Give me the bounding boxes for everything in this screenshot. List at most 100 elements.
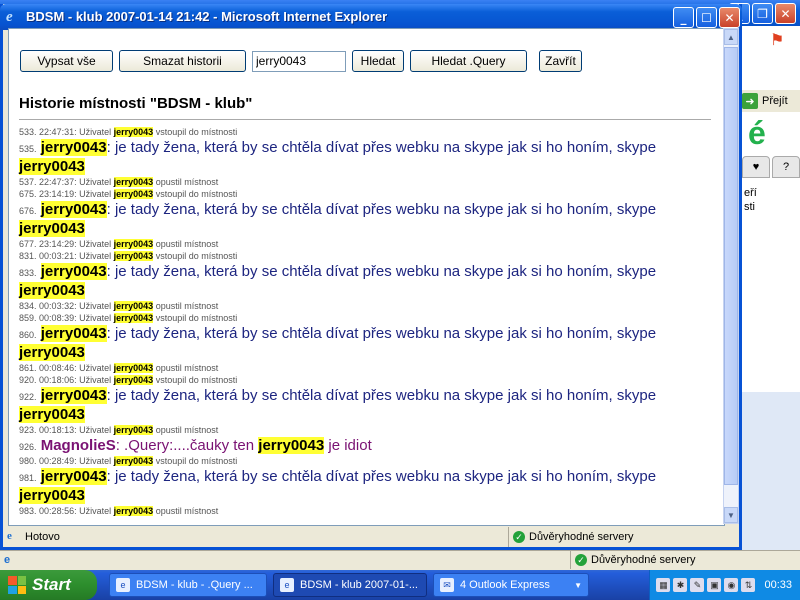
- username: jerry0043: [113, 177, 154, 187]
- start-button[interactable]: Start: [0, 570, 97, 600]
- scroll-down-icon[interactable]: ▼: [724, 507, 738, 523]
- background-side-text-1: eří: [744, 187, 757, 199]
- username: jerry0043: [113, 189, 154, 199]
- log-message: 860. jerry0043: je tady žena, která by s…: [19, 325, 657, 361]
- background-restore-button[interactable]: ❐: [752, 3, 773, 24]
- ie-icon: e: [116, 578, 130, 592]
- list-all-button[interactable]: Vypsat vše: [20, 50, 113, 72]
- background-panel: [742, 392, 800, 552]
- outlook-express-icon: ✉: [440, 578, 454, 592]
- taskbar-item[interactable]: e BDSM - klub - .Query ...: [109, 573, 267, 597]
- username: jerry0043: [113, 506, 154, 516]
- log-entry: 675. 23:14:19: Uživatel jerry0043 vstoup…: [19, 189, 238, 199]
- username: jerry0043: [113, 456, 154, 466]
- username: jerry0043: [19, 158, 85, 175]
- history-popup-window: e BDSM - klub 2007-01-14 21:42 - Microso…: [0, 4, 742, 550]
- close-button[interactable]: Zavřít: [539, 50, 582, 72]
- search-button[interactable]: Hledat: [352, 50, 404, 72]
- taskbar: Start e BDSM - klub - .Query ... e BDSM …: [0, 570, 800, 600]
- nickname: jerry0043: [40, 263, 107, 280]
- log-entry: 834. 00:03:32: Uživatel jerry0043 opusti…: [19, 301, 219, 311]
- search-input[interactable]: [252, 50, 346, 72]
- page-icon: e: [7, 530, 12, 542]
- tray-app-icon[interactable]: ✱: [673, 578, 688, 592]
- popup-titlebar[interactable]: e BDSM - klub 2007-01-14 21:42 - Microso…: [0, 4, 742, 30]
- go-label: Přejít: [762, 95, 788, 107]
- go-arrow-icon: ➜: [742, 93, 758, 109]
- tray-app-icon[interactable]: ▣: [707, 578, 722, 592]
- background-side-text-2: sti: [744, 201, 755, 213]
- ie-icon: e: [6, 9, 13, 25]
- log-entry: 537. 22:47:37: Uživatel jerry0043 opusti…: [19, 177, 219, 187]
- log-entry: 677. 23:14:29: Uživatel jerry0043 opusti…: [19, 239, 219, 249]
- window-title: BDSM - klub 2007-01-14 21:42 - Microsoft…: [26, 9, 388, 24]
- nickname: MagnolieS: [40, 437, 116, 454]
- search-query-button[interactable]: Hledat .Query: [410, 50, 527, 72]
- start-label: Start: [32, 575, 71, 594]
- divider: [19, 119, 711, 120]
- page-title: Historie místnosti "BDSM - klub": [19, 95, 253, 112]
- windows-logo-icon: ⚑: [770, 30, 785, 49]
- username: jerry0043: [113, 251, 154, 261]
- username: jerry0043: [113, 239, 154, 249]
- taskbar-item-active[interactable]: e BDSM - klub 2007-01-...: [273, 573, 427, 597]
- username: jerry0043: [113, 313, 154, 323]
- username: jerry0043: [113, 425, 154, 435]
- log-message: 676. jerry0043: je tady žena, která by s…: [19, 201, 657, 237]
- tray-app-icon[interactable]: ✎: [690, 578, 705, 592]
- trusted-zone-icon: ✓: [513, 531, 525, 543]
- popup-window-buttons: _ ☐ ✕: [673, 7, 740, 28]
- chat-log: 533. 22:47:31: Uživatel jerry0043 vstoup…: [19, 126, 714, 517]
- scroll-up-icon[interactable]: ▲: [724, 29, 738, 45]
- username: jerry0043: [113, 363, 154, 373]
- help-tab-icon[interactable]: ?: [772, 156, 800, 178]
- zone-label: Důvěryhodné servery: [529, 531, 634, 543]
- log-message: 922. jerry0043: je tady žena, která by s…: [19, 387, 657, 423]
- username: jerry0043: [113, 375, 154, 385]
- username: jerry0043: [258, 437, 325, 454]
- chevron-down-icon: ▼: [574, 580, 582, 590]
- close-window-button[interactable]: ✕: [719, 7, 740, 28]
- nickname: jerry0043: [40, 139, 107, 156]
- status-text: Hotovo: [25, 531, 60, 543]
- tray-app-icon[interactable]: ▦: [656, 578, 671, 592]
- security-zone[interactable]: ✓ Důvěryhodné servery: [508, 527, 634, 547]
- system-tray: ▦ ✱ ✎ ▣ ◉ ⇅ 00:33: [649, 570, 800, 600]
- clear-history-button[interactable]: Smazat historii: [119, 50, 246, 72]
- log-entry: 831. 00:03:21: Uživatel jerry0043 vstoup…: [19, 251, 238, 261]
- username: jerry0043: [113, 127, 154, 137]
- page-content: Vypsat vše Smazat historii Hledat Hledat…: [8, 28, 725, 526]
- background-status-ie-icon: e: [4, 554, 11, 566]
- history-toolbar: Vypsat vše Smazat historii Hledat Hledat…: [20, 50, 582, 72]
- username: jerry0043: [113, 301, 154, 311]
- ie-icon: e: [280, 578, 294, 592]
- log-message: 833. jerry0043: je tady žena, která by s…: [19, 263, 657, 299]
- tray-app-icon[interactable]: ◉: [724, 578, 739, 592]
- background-tabs: ♥ ?: [742, 156, 800, 178]
- log-entry: 920. 00:18:06: Uživatel jerry0043 vstoup…: [19, 375, 238, 385]
- username: jerry0043: [19, 282, 85, 299]
- log-entry: 859. 00:08:39: Uživatel jerry0043 vstoup…: [19, 313, 238, 323]
- taskbar-item-group[interactable]: ✉ 4 Outlook Express ▼: [433, 573, 589, 597]
- favorites-tab-icon[interactable]: ♥: [742, 156, 770, 178]
- maximize-button[interactable]: ☐: [696, 7, 717, 28]
- nickname: jerry0043: [40, 387, 107, 404]
- background-status-zone: ✓ Důvěryhodné servery: [570, 551, 696, 569]
- vertical-scrollbar[interactable]: ▲ ▼: [723, 28, 739, 524]
- log-message: 981. jerry0043: je tady žena, která by s…: [19, 468, 657, 504]
- popup-statusbar: e Hotovo ✓ Důvěryhodné servery: [3, 527, 739, 547]
- clock[interactable]: 00:33: [764, 579, 792, 591]
- background-close-button[interactable]: ✕: [775, 3, 796, 24]
- network-icon[interactable]: ⇅: [741, 578, 756, 592]
- background-side-text: eří sti: [744, 186, 757, 214]
- go-button[interactable]: ➜ Přejít: [742, 90, 800, 112]
- scroll-thumb[interactable]: [724, 47, 738, 485]
- log-message: 535. jerry0043: je tady žena, která by s…: [19, 139, 657, 175]
- background-logo-icon: é: [748, 115, 766, 151]
- username: jerry0043: [19, 344, 85, 361]
- background-zone-label: Důvěryhodné servery: [591, 554, 696, 566]
- nickname: jerry0043: [40, 468, 107, 485]
- log-message: 926. MagnolieS: .Query:....čauky ten jer…: [19, 437, 372, 454]
- log-entry: 923. 00:18:13: Uživatel jerry0043 opusti…: [19, 425, 219, 435]
- minimize-button[interactable]: _: [673, 7, 694, 28]
